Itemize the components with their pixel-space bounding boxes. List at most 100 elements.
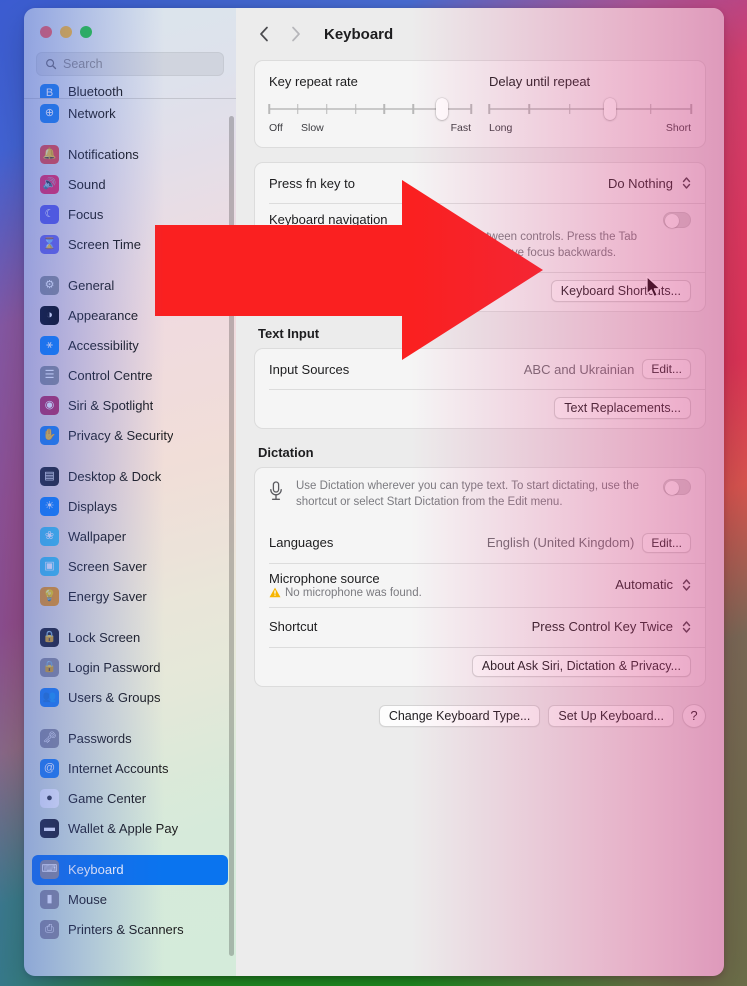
- sidebar-item-bluetooth[interactable]: B Bluetooth: [32, 84, 228, 98]
- sidebar-item-label: Control Centre: [68, 368, 153, 383]
- sidebar-item-label: Login Password: [68, 660, 161, 675]
- warning-triangle-icon: [269, 587, 281, 598]
- sidebar-item-keyboard[interactable]: ⌨ Keyboard: [32, 854, 228, 885]
- sidebar-item-focus[interactable]: ☾ Focus: [32, 200, 228, 230]
- about-ask-siri-row: About Ask Siri, Dictation & Privacy...: [255, 646, 705, 686]
- chevron-updown-icon: [682, 176, 691, 190]
- page-title: Keyboard: [324, 25, 394, 43]
- sidebar-item-passwords[interactable]: 🗝 Passwords: [32, 724, 228, 754]
- microphone-icon: [269, 479, 285, 506]
- desktop-dock-icon: ▤: [40, 467, 59, 486]
- toggle-knob: [665, 481, 679, 496]
- sidebar: Search B Bluetooth ⊕ Network 🔔 Notifications 🔊…: [24, 8, 236, 976]
- sidebar-item-wallpaper[interactable]: ❀ Wallpaper: [32, 522, 228, 552]
- sidebar-item-displays[interactable]: ☀ Displays: [32, 492, 228, 522]
- sidebar-item-label: Bluetooth: [68, 84, 123, 98]
- delay-until-repeat-slider[interactable]: [488, 98, 692, 120]
- dictation-card: Use Dictation wherever you can type text…: [254, 467, 706, 687]
- delay-until-repeat-thumb[interactable]: [604, 98, 617, 120]
- close-button[interactable]: [40, 26, 52, 38]
- about-ask-siri-button[interactable]: About Ask Siri, Dictation & Privacy...: [471, 654, 691, 677]
- dictation-toggle-row: Use Dictation wherever you can type text…: [255, 468, 705, 523]
- dictation-languages-edit-button[interactable]: Edit...: [642, 532, 691, 553]
- sidebar-item-network[interactable]: ⊕ Network: [32, 99, 228, 129]
- sidebar-group-separator: [32, 612, 228, 623]
- sidebar-item-label: Notifications: [68, 147, 139, 162]
- delay-until-repeat-captions: Long Short: [489, 122, 691, 136]
- sidebar-item-label: Desktop & Dock: [68, 469, 162, 484]
- press-fn-key-value: Do Nothing: [607, 175, 673, 191]
- dictation-shortcut-label: Shortcut: [269, 619, 318, 635]
- sidebar-item-login-password[interactable]: 🔒 Login Password: [32, 653, 228, 683]
- users-groups-icon: 👥: [40, 688, 59, 707]
- key-repeat-rate-slider[interactable]: [268, 98, 472, 120]
- text-input-card: Input Sources ABC and Ukrainian Edit... …: [254, 348, 706, 430]
- sidebar-item-energy-saver[interactable]: 💡 Energy Saver: [32, 582, 228, 612]
- sliders-container: Key repeat rate Off Slow Fast Delay unti…: [255, 61, 705, 147]
- input-sources-edit-button[interactable]: Edit...: [642, 359, 691, 380]
- search-input[interactable]: Search: [36, 52, 224, 76]
- caption-long: Long: [489, 122, 513, 134]
- sidebar-item-desktop-dock[interactable]: ▤ Desktop & Dock: [32, 462, 228, 492]
- sidebar-item-label: Siri & Spotlight: [68, 398, 154, 413]
- help-button[interactable]: ?: [682, 703, 706, 728]
- sidebar-group-separator: [32, 451, 228, 462]
- sidebar-item-lock-screen[interactable]: 🔒 Lock Screen: [32, 623, 228, 653]
- sidebar-item-wallet-apple-pay[interactable]: ▬ Wallet & Apple Pay: [32, 814, 228, 844]
- set-up-keyboard-button[interactable]: Set Up Keyboard...: [548, 704, 674, 727]
- sidebar-item-screen-saver[interactable]: ▣ Screen Saver: [32, 552, 228, 582]
- caption-slow: Slow: [301, 122, 324, 134]
- press-fn-key-row[interactable]: Press fn key to Do Nothing: [255, 163, 705, 203]
- dictation-shortcut-popup[interactable]: Press Control Key Twice: [532, 619, 691, 634]
- back-button[interactable]: [250, 20, 278, 48]
- sidebar-list[interactable]: B Bluetooth ⊕ Network 🔔 Notifications 🔊 Sound ☾ F…: [24, 84, 236, 976]
- chevron-updown-icon: [682, 578, 691, 592]
- search-container: Search: [24, 52, 236, 76]
- sidebar-group-separator: [32, 844, 228, 855]
- caption-fast: Fast: [450, 122, 471, 134]
- sidebar-item-privacy-security[interactable]: ✋ Privacy & Security: [32, 421, 228, 451]
- sidebar-item-internet-accounts[interactable]: @ Internet Accounts: [32, 754, 228, 784]
- forward-button[interactable]: [282, 20, 310, 48]
- dictation-languages-value: English (United Kingdom): [486, 535, 635, 551]
- change-keyboard-type-button[interactable]: Change Keyboard Type...: [378, 704, 541, 727]
- minimize-button[interactable]: [60, 26, 72, 38]
- sidebar-item-appearance[interactable]: ◑ Appearance: [32, 301, 228, 331]
- press-fn-key-popup[interactable]: Do Nothing: [608, 176, 691, 191]
- key-repeat-rate-thumb[interactable]: [436, 98, 449, 120]
- sidebar-item-notifications[interactable]: 🔔 Notifications: [32, 140, 228, 170]
- sidebar-item-label: Accessibility: [68, 338, 139, 353]
- sidebar-titlebar: [24, 8, 236, 52]
- microphone-source-popup[interactable]: Automatic: [615, 577, 691, 592]
- dictation-toggle[interactable]: [663, 479, 691, 496]
- sidebar-item-general[interactable]: ⚙ General: [32, 271, 228, 301]
- caption-short: Short: [665, 122, 691, 134]
- sidebar-item-printers-scanners[interactable]: ⎙ Printers & Scanners: [32, 915, 228, 945]
- chevron-left-icon: [260, 26, 268, 42]
- sidebar-item-screen-time[interactable]: ⌛ Screen Time: [32, 230, 228, 260]
- sidebar-item-mouse[interactable]: ▮ Mouse: [32, 885, 228, 915]
- keyboard-navigation-toggle[interactable]: [663, 212, 691, 228]
- search-placeholder: Search: [63, 57, 103, 71]
- appearance-icon: ◑: [40, 306, 59, 325]
- keyboard-shortcuts-button[interactable]: Keyboard Shortcuts...: [550, 280, 691, 303]
- sidebar-scrollbar[interactable]: [229, 116, 234, 956]
- privacy-hand-icon: ✋: [40, 426, 59, 445]
- zoom-button[interactable]: [80, 26, 92, 38]
- display-icon: ☀: [40, 497, 59, 516]
- sidebar-item-sound[interactable]: 🔊 Sound: [32, 170, 228, 200]
- input-sources-row: Input Sources ABC and Ukrainian Edit...: [255, 349, 705, 389]
- sidebar-item-label: Internet Accounts: [68, 761, 169, 776]
- keyboard-icon: ⌨: [40, 860, 59, 879]
- sidebar-item-siri-spotlight[interactable]: ◉ Siri & Spotlight: [32, 391, 228, 421]
- sidebar-item-label: Users & Groups: [68, 690, 161, 705]
- sidebar-item-control-centre[interactable]: ☰ Control Centre: [32, 361, 228, 391]
- text-replacements-button[interactable]: Text Replacements...: [554, 397, 691, 420]
- keyboard-navigation-description: Use keyboard navigation to move focus be…: [269, 231, 637, 259]
- sidebar-item-users-groups[interactable]: 👥 Users & Groups: [32, 683, 228, 713]
- sidebar-item-accessibility[interactable]: ⚹ Accessibility: [32, 331, 228, 361]
- key-repeat-rate-label: Key repeat rate: [269, 74, 358, 89]
- press-fn-key-label: Press fn key to: [269, 175, 355, 191]
- footer-buttons: Change Keyboard Type... Set Up Keyboard.…: [254, 701, 706, 728]
- sidebar-item-game-center[interactable]: ● Game Center: [32, 784, 228, 814]
